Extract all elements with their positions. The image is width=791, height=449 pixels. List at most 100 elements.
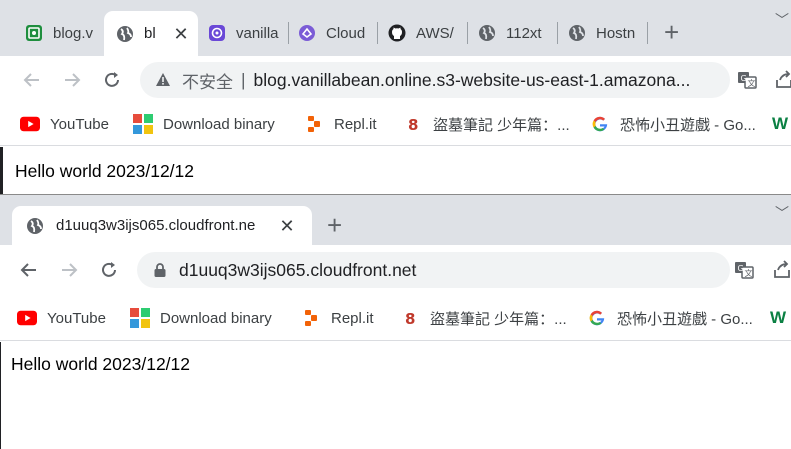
- tab-divider: [557, 22, 558, 44]
- bookmark-clown-game[interactable]: 恐怖小丑遊戲 - Go...: [590, 112, 756, 136]
- bookmark-w[interactable]: W: [770, 306, 786, 330]
- bookmark-label: Download binary: [160, 309, 272, 327]
- bookmark-replit[interactable]: Repl.it: [301, 306, 374, 330]
- close-icon[interactable]: ✕: [172, 25, 190, 43]
- w-icon: W: [772, 114, 789, 133]
- warning-icon[interactable]: [154, 71, 172, 89]
- tab-active[interactable]: d1uuq3w3ijs065.cloudfront.ne ✕: [12, 206, 312, 245]
- reload-button[interactable]: [97, 258, 121, 282]
- github-icon: [388, 24, 406, 42]
- forward-button[interactable]: [60, 68, 84, 92]
- youtube-icon: [17, 308, 37, 328]
- forward-button[interactable]: [57, 258, 81, 282]
- page-content: Hello world 2023/12/12: [0, 147, 791, 194]
- address-bar[interactable]: 不安全 | blog.vanillabean.online.s3-website…: [140, 62, 730, 98]
- browser-window-back: blog.v bl ✕ vanilla Cloud AWS/ 112xt Hos…: [0, 0, 791, 194]
- bookmark-label: YouTube: [50, 115, 109, 133]
- toolbar: 不安全 | blog.vanillabean.online.s3-website…: [0, 56, 791, 104]
- tab-cloud[interactable]: Cloud: [298, 20, 370, 46]
- purple-cloud-icon: [298, 24, 316, 42]
- tab-vanilla[interactable]: vanilla: [208, 20, 280, 46]
- new-tab-button[interactable]: +: [327, 212, 342, 238]
- svg-text:文: 文: [745, 268, 753, 278]
- tab-aws[interactable]: AWS/: [388, 20, 460, 46]
- tab-title: bl: [144, 25, 156, 42]
- tab-divider: [288, 22, 289, 44]
- globe-icon: [568, 24, 586, 42]
- eight-icon: 8: [400, 308, 420, 328]
- arrow-right-icon: [65, 73, 81, 87]
- security-label: 不安全: [182, 72, 233, 92]
- translate-button[interactable]: G文: [732, 258, 756, 282]
- green-page-icon: [25, 24, 43, 42]
- globe-icon: [26, 217, 44, 235]
- url-text: blog.vanillabean.online.s3-website-us-ea…: [253, 69, 691, 90]
- bookmark-replit[interactable]: Repl.it: [304, 112, 377, 136]
- back-button[interactable]: [20, 68, 44, 92]
- hello-text: Hello world 2023/12/12: [11, 354, 191, 374]
- bookmark-label: 盜墓筆記 少年篇：...: [433, 116, 570, 134]
- bookmark-download-binary[interactable]: Download binary: [130, 306, 272, 330]
- tab-title: vanilla: [236, 24, 279, 42]
- arrow-right-icon: [62, 263, 78, 277]
- translate-button[interactable]: G文: [735, 68, 759, 92]
- purple-app-icon: [208, 24, 226, 42]
- bookmark-label: 盜墓筆記 少年篇：...: [430, 310, 567, 328]
- youtube-icon: [20, 114, 40, 134]
- bookmark-youtube[interactable]: YouTube: [20, 112, 109, 136]
- bookmark-clown-game[interactable]: 恐怖小丑遊戲 - Go...: [587, 306, 753, 330]
- svg-text:8: 8: [408, 116, 418, 133]
- page-content: Hello world 2023/12/12: [0, 342, 791, 449]
- browser-window-front: d1uuq3w3ijs065.cloudfront.ne ✕ + ﹀ d1uuq…: [0, 194, 791, 449]
- address-separator: |: [241, 69, 246, 90]
- bookmark-daomu[interactable]: 8 盜墓筆記 少年篇：...: [400, 306, 567, 330]
- tab-112xt[interactable]: 112xt: [478, 20, 550, 46]
- tab-strip: d1uuq3w3ijs065.cloudfront.ne ✕ + ﹀: [0, 195, 791, 245]
- hello-text: Hello world 2023/12/12: [15, 161, 195, 181]
- arrow-left-icon: [23, 73, 39, 87]
- chevron-down-icon[interactable]: ﹀: [775, 203, 789, 223]
- tab-title: blog.v: [53, 24, 94, 42]
- tab-title: 112xt: [506, 24, 542, 42]
- url-text: d1uuq3w3ijs065.cloudfront.net: [179, 259, 417, 280]
- svg-text:G: G: [741, 74, 747, 83]
- chevron-down-icon[interactable]: ﹀: [775, 10, 789, 30]
- google-icon: [590, 114, 610, 134]
- replit-icon: [304, 114, 324, 134]
- tab-strip: blog.v bl ✕ vanilla Cloud AWS/ 112xt Hos…: [0, 0, 791, 56]
- bookmark-label: Repl.it: [331, 309, 374, 327]
- tab-active[interactable]: bl ✕: [104, 11, 198, 56]
- reload-button[interactable]: [100, 68, 124, 92]
- share-button[interactable]: [770, 258, 791, 282]
- bookmark-download-binary[interactable]: Download binary: [133, 112, 275, 136]
- svg-text:8: 8: [405, 310, 415, 327]
- address-bar[interactable]: d1uuq3w3ijs065.cloudfront.net: [137, 252, 730, 288]
- arrow-left-icon: [20, 263, 36, 277]
- tab-title: d1uuq3w3ijs065.cloudfront.ne: [56, 217, 256, 234]
- toolbar: d1uuq3w3ijs065.cloudfront.net G文: [0, 245, 791, 295]
- colored-squares-icon: [133, 114, 153, 134]
- tab-divider: [377, 22, 378, 44]
- replit-icon: [301, 308, 321, 328]
- new-tab-button[interactable]: +: [664, 19, 679, 45]
- bookmark-youtube[interactable]: YouTube: [17, 306, 106, 330]
- tab-title: Cloud: [326, 24, 366, 42]
- tab-divider: [647, 22, 648, 44]
- lock-icon[interactable]: [151, 261, 169, 279]
- share-icon: [776, 70, 791, 88]
- bookmarks-bar: YouTube Download binary Repl.it 8 盜墓筆記 少…: [0, 295, 791, 341]
- share-button[interactable]: [772, 68, 791, 92]
- bookmark-w[interactable]: W: [772, 112, 788, 136]
- bookmark-daomu[interactable]: 8 盜墓筆記 少年篇：...: [403, 112, 570, 136]
- eight-icon: 8: [403, 114, 423, 134]
- back-button[interactable]: [17, 258, 41, 282]
- share-icon: [774, 260, 790, 278]
- google-icon: [587, 308, 607, 328]
- tab-blog[interactable]: blog.v: [25, 20, 95, 46]
- close-icon[interactable]: ✕: [278, 217, 296, 235]
- tab-hostn[interactable]: Hostn: [568, 20, 638, 46]
- colored-squares-icon: [130, 308, 150, 328]
- reload-icon: [105, 72, 119, 87]
- svg-text:文: 文: [748, 78, 756, 88]
- tab-title: Hostn: [596, 24, 636, 42]
